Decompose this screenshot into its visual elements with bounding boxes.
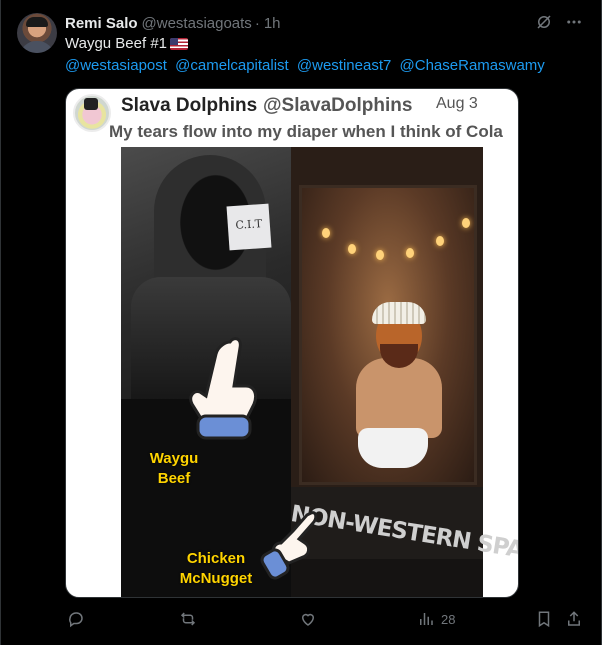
mention-link[interactable]: @ChaseRamaswamy xyxy=(400,57,545,74)
pointing-hand-icon xyxy=(260,511,318,580)
post-container: Remi Salo @westasiagoats · 1h Waygu Beef… xyxy=(0,0,602,645)
quoted-date: Aug 3 xyxy=(436,95,478,112)
caption-chicken-mcnugget: Chicken McNugget xyxy=(179,550,253,587)
views-button[interactable]: 28 xyxy=(417,610,455,628)
more-icon[interactable] xyxy=(565,13,583,35)
views-icon xyxy=(420,613,433,625)
mention-link[interactable]: @westasiapost xyxy=(65,57,167,74)
man-in-diaper xyxy=(350,302,446,478)
pointing-hand-icon xyxy=(189,337,258,440)
author-name[interactable]: Remi Salo xyxy=(65,15,138,32)
reply-icon[interactable] xyxy=(67,610,85,628)
right-dark-panel xyxy=(291,559,483,597)
views-count: 28 xyxy=(441,611,456,627)
post-text-content: Waygu Beef #1 xyxy=(65,35,168,52)
shop-window xyxy=(299,185,477,485)
caption-waygu-beef: Waygu Beef xyxy=(149,450,199,487)
window-scene-photo: NON-WESTERN SPACE xyxy=(289,147,518,597)
post-time[interactable]: 1h xyxy=(264,15,281,32)
quoted-text: My tears flow into my diaper when I thin… xyxy=(109,122,503,141)
header-actions xyxy=(535,13,583,35)
repost-icon[interactable] xyxy=(179,610,197,628)
share-icon[interactable] xyxy=(565,610,583,628)
post-text: Waygu Beef #1 xyxy=(65,35,189,52)
separator-dot: · xyxy=(254,14,260,32)
post-media-image[interactable]: Slava Dolphins @SlavaDolphins Aug 3 My t… xyxy=(65,88,519,598)
action-bar: 28 xyxy=(65,610,585,632)
window-sign: NON-WESTERN SPACE xyxy=(289,487,518,568)
quoted-avatar xyxy=(73,94,111,132)
mention-link[interactable]: @camelcapitalist xyxy=(175,57,289,74)
quoted-handle: @SlavaDolphins xyxy=(263,95,413,116)
post-header: Remi Salo @westasiagoats · 1h xyxy=(65,13,585,33)
mentions-line: @westasiapost @camelcapitalist @westinea… xyxy=(65,57,549,74)
like-icon[interactable] xyxy=(299,610,317,628)
us-flag-icon xyxy=(170,37,189,50)
mention-link[interactable]: @westineast7 xyxy=(297,57,391,74)
bookmark-icon[interactable] xyxy=(535,610,553,628)
grok-icon[interactable] xyxy=(535,13,553,35)
quoted-name: Slava Dolphins xyxy=(121,95,258,116)
author-avatar[interactable] xyxy=(17,13,57,53)
paper-note: C.I.T xyxy=(226,203,272,251)
author-handle[interactable]: @westasiagoats xyxy=(142,15,252,32)
